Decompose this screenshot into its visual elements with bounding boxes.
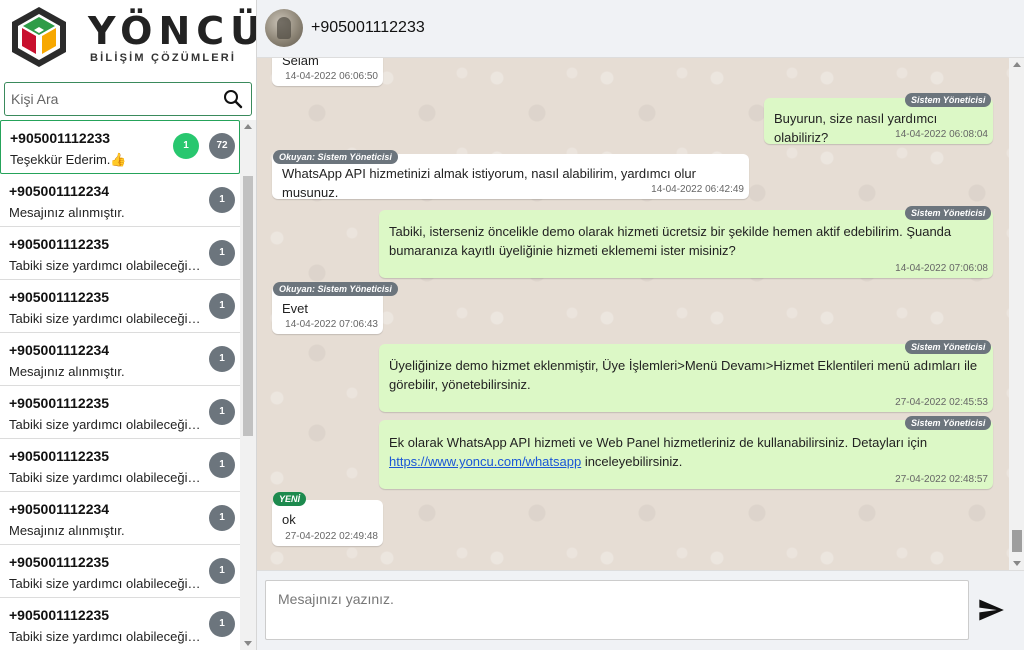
message-scrollbar[interactable]: [1009, 58, 1024, 570]
sender-tag: Sistem Yöneticisi: [905, 340, 992, 354]
message-timestamp: 14-04-2022 06:42:49: [651, 184, 744, 195]
sender-tag: Sistem Yöneticisi: [905, 206, 992, 220]
message-timestamp: 14-04-2022 06:06:50: [285, 71, 378, 82]
outgoing-message: Ek olarak WhatsApp API hizmeti ve Web Pa…: [379, 420, 993, 489]
message-text: Üyeliğinize demo hizmet eklenmiştir, Üye…: [389, 358, 978, 373]
contact-name: +905001112235: [9, 395, 110, 411]
scroll-thumb[interactable]: [1012, 530, 1022, 552]
message-text-line2: bumaranıza kayıtlı üyeliğinie hizmeti ek…: [389, 243, 736, 258]
contact-item[interactable]: +905001112233 Teşekkür Ederim.👍 1 72: [0, 120, 240, 174]
avatar[interactable]: [265, 9, 303, 47]
message-timestamp: 27-04-2022 02:48:57: [895, 474, 988, 485]
search-icon[interactable]: [223, 89, 243, 109]
sender-tag: Sistem Yöneticisi: [905, 93, 992, 107]
message-count-badge: 1: [209, 240, 235, 266]
message-timestamp: 14-04-2022 07:06:08: [895, 263, 988, 274]
contact-last-message: Mesajınız alınmıştır.: [9, 523, 125, 538]
contact-item[interactable]: +905001112235 Tabiki size yardımcı olabi…: [0, 386, 240, 439]
contact-last-message: Mesajınız alınmıştır.: [9, 364, 125, 379]
contact-item[interactable]: +905001112235 Tabiki size yardımcı olabi…: [0, 280, 240, 333]
incoming-message: ok 27-04-2022 02:49:48: [272, 500, 383, 546]
scroll-up-arrow-icon[interactable]: [244, 124, 252, 129]
outgoing-message: Tabiki, isterseniz öncelikle demo olarak…: [379, 210, 993, 278]
scroll-down-arrow-icon[interactable]: [1013, 561, 1021, 566]
message-timestamp: 14-04-2022 06:08:04: [895, 129, 988, 140]
contact-name: +905001112234: [9, 183, 110, 199]
message-count-badge: 1: [209, 611, 235, 637]
message-input[interactable]: [265, 580, 969, 640]
scroll-down-arrow-icon[interactable]: [244, 641, 252, 646]
contact-item[interactable]: +905001112235 Tabiki size yardımcı olabi…: [0, 545, 240, 598]
yoncu-logo-icon: [12, 7, 66, 67]
message-count-badge: 1: [209, 452, 235, 478]
chat-header: +905001112233: [257, 0, 1024, 58]
message-timestamp: 14-04-2022 07:06:43: [285, 319, 378, 330]
brand-subtitle: BİLİŞİM ÇÖZÜMLERİ: [90, 52, 237, 64]
message-text: Buyurun, size nasıl yardımcı olabiliriz?: [774, 111, 938, 145]
contact-item[interactable]: +905001112235 Tabiki size yardımcı olabi…: [0, 439, 240, 492]
message-count-badge: 1: [209, 505, 235, 531]
contact-item[interactable]: +905001112234 Mesajınız alınmıştır. 1: [0, 492, 240, 545]
brand-name: YÖNCÜ: [88, 9, 268, 53]
contact-name: +905001112233: [10, 130, 111, 146]
sender-tag: Sistem Yöneticisi: [905, 416, 992, 430]
contact-last-message: Tabiki size yardımcı olabileceğim f...: [9, 258, 209, 273]
search-input[interactable]: [11, 89, 211, 109]
contact-item[interactable]: +905001112234 Mesajınız alınmıştır. 1: [0, 174, 240, 227]
message-count-badge: 1: [209, 293, 235, 319]
brand-logo: YÖNCÜ BİLİŞİM ÇÖZÜMLERİ: [6, 4, 261, 72]
message-count-badge: 1: [209, 346, 235, 372]
incoming-message: Selam 14-04-2022 06:06:50: [272, 58, 383, 86]
whatsapp-link[interactable]: https://www.yoncu.com/whatsapp: [389, 454, 581, 469]
contact-name: +905001112235: [9, 607, 110, 623]
contact-item[interactable]: +905001112235 Tabiki size yardımcı olabi…: [0, 598, 240, 650]
message-composer: [257, 570, 1024, 650]
sender-tag: Okuyan: Sistem Yöneticisi: [273, 282, 398, 296]
send-icon[interactable]: [977, 596, 1005, 624]
message-area: Selam 14-04-2022 06:06:50 Buyurun, size …: [257, 58, 1009, 570]
new-badge: YENİ: [273, 492, 307, 506]
message-text: Tabiki, isterseniz öncelikle demo olarak…: [389, 224, 952, 239]
contact-name: +905001112235: [9, 554, 110, 570]
scroll-up-arrow-icon[interactable]: [1013, 62, 1021, 67]
message-text: ok: [282, 512, 296, 527]
contact-name: +905001112235: [9, 289, 110, 305]
sidebar: YÖNCÜ BİLİŞİM ÇÖZÜMLERİ +905001112233 Te…: [0, 0, 261, 650]
contact-list: +905001112233 Teşekkür Ederim.👍 1 72 +90…: [0, 120, 240, 650]
message-text: Ek olarak WhatsApp API hizmeti ve Web Pa…: [389, 435, 928, 450]
contact-item[interactable]: +905001112234 Mesajınız alınmıştır. 1: [0, 333, 240, 386]
message-text-line2: https://www.yoncu.com/whatsapp inceleyeb…: [389, 452, 682, 471]
message-count-badge: 1: [209, 399, 235, 425]
contact-last-message: Tabiki size yardımcı olabileceğim f...: [9, 470, 209, 485]
unread-badge: 1: [173, 133, 199, 159]
sender-tag: Okuyan: Sistem Yöneticisi: [273, 150, 398, 164]
message-count-badge: 1: [209, 558, 235, 584]
contact-last-message: Tabiki size yardımcı olabileceğim f...: [9, 629, 209, 644]
contact-name: +905001112234: [9, 342, 110, 358]
message-text-line2: görebilir, yönetebilirsiniz.: [389, 377, 531, 392]
contact-item[interactable]: +905001112235 Tabiki size yardımcı olabi…: [0, 227, 240, 280]
contact-name: +905001112235: [9, 236, 110, 252]
contact-last-message: Tabiki size yardımcı olabileceğim f...: [9, 576, 209, 591]
message-timestamp: 27-04-2022 02:45:53: [895, 397, 988, 408]
message-text: Evet: [282, 301, 309, 316]
contact-name: +905001112234: [9, 501, 110, 517]
contact-list-scrollbar[interactable]: [240, 120, 256, 650]
contact-search: [4, 82, 252, 116]
scroll-thumb[interactable]: [243, 176, 253, 436]
contact-last-message: Tabiki size yardımcı olabileceğim f...: [9, 417, 209, 432]
message-count-badge: 1: [209, 187, 235, 213]
message-text-suffix: inceleyebilirsiniz.: [581, 454, 683, 469]
message-count-badge: 72: [209, 133, 235, 159]
contact-last-message: Mesajınız alınmıştır.: [9, 205, 125, 220]
message-text: Selam: [282, 58, 319, 68]
message-timestamp: 27-04-2022 02:49:48: [285, 531, 378, 542]
contact-name: +905001112235: [9, 448, 110, 464]
contact-last-message: Tabiki size yardımcı olabileceğim f...: [9, 311, 209, 326]
message-text: WhatsApp API hizmetinizi almak istiyorum…: [282, 166, 696, 200]
outgoing-message: Üyeliğinize demo hizmet eklenmiştir, Üye…: [379, 344, 993, 412]
chat-panel: +905001112233 Selam 14-04-2022 06:06:50 …: [256, 0, 1024, 650]
chat-title: +905001112233: [311, 19, 425, 36]
